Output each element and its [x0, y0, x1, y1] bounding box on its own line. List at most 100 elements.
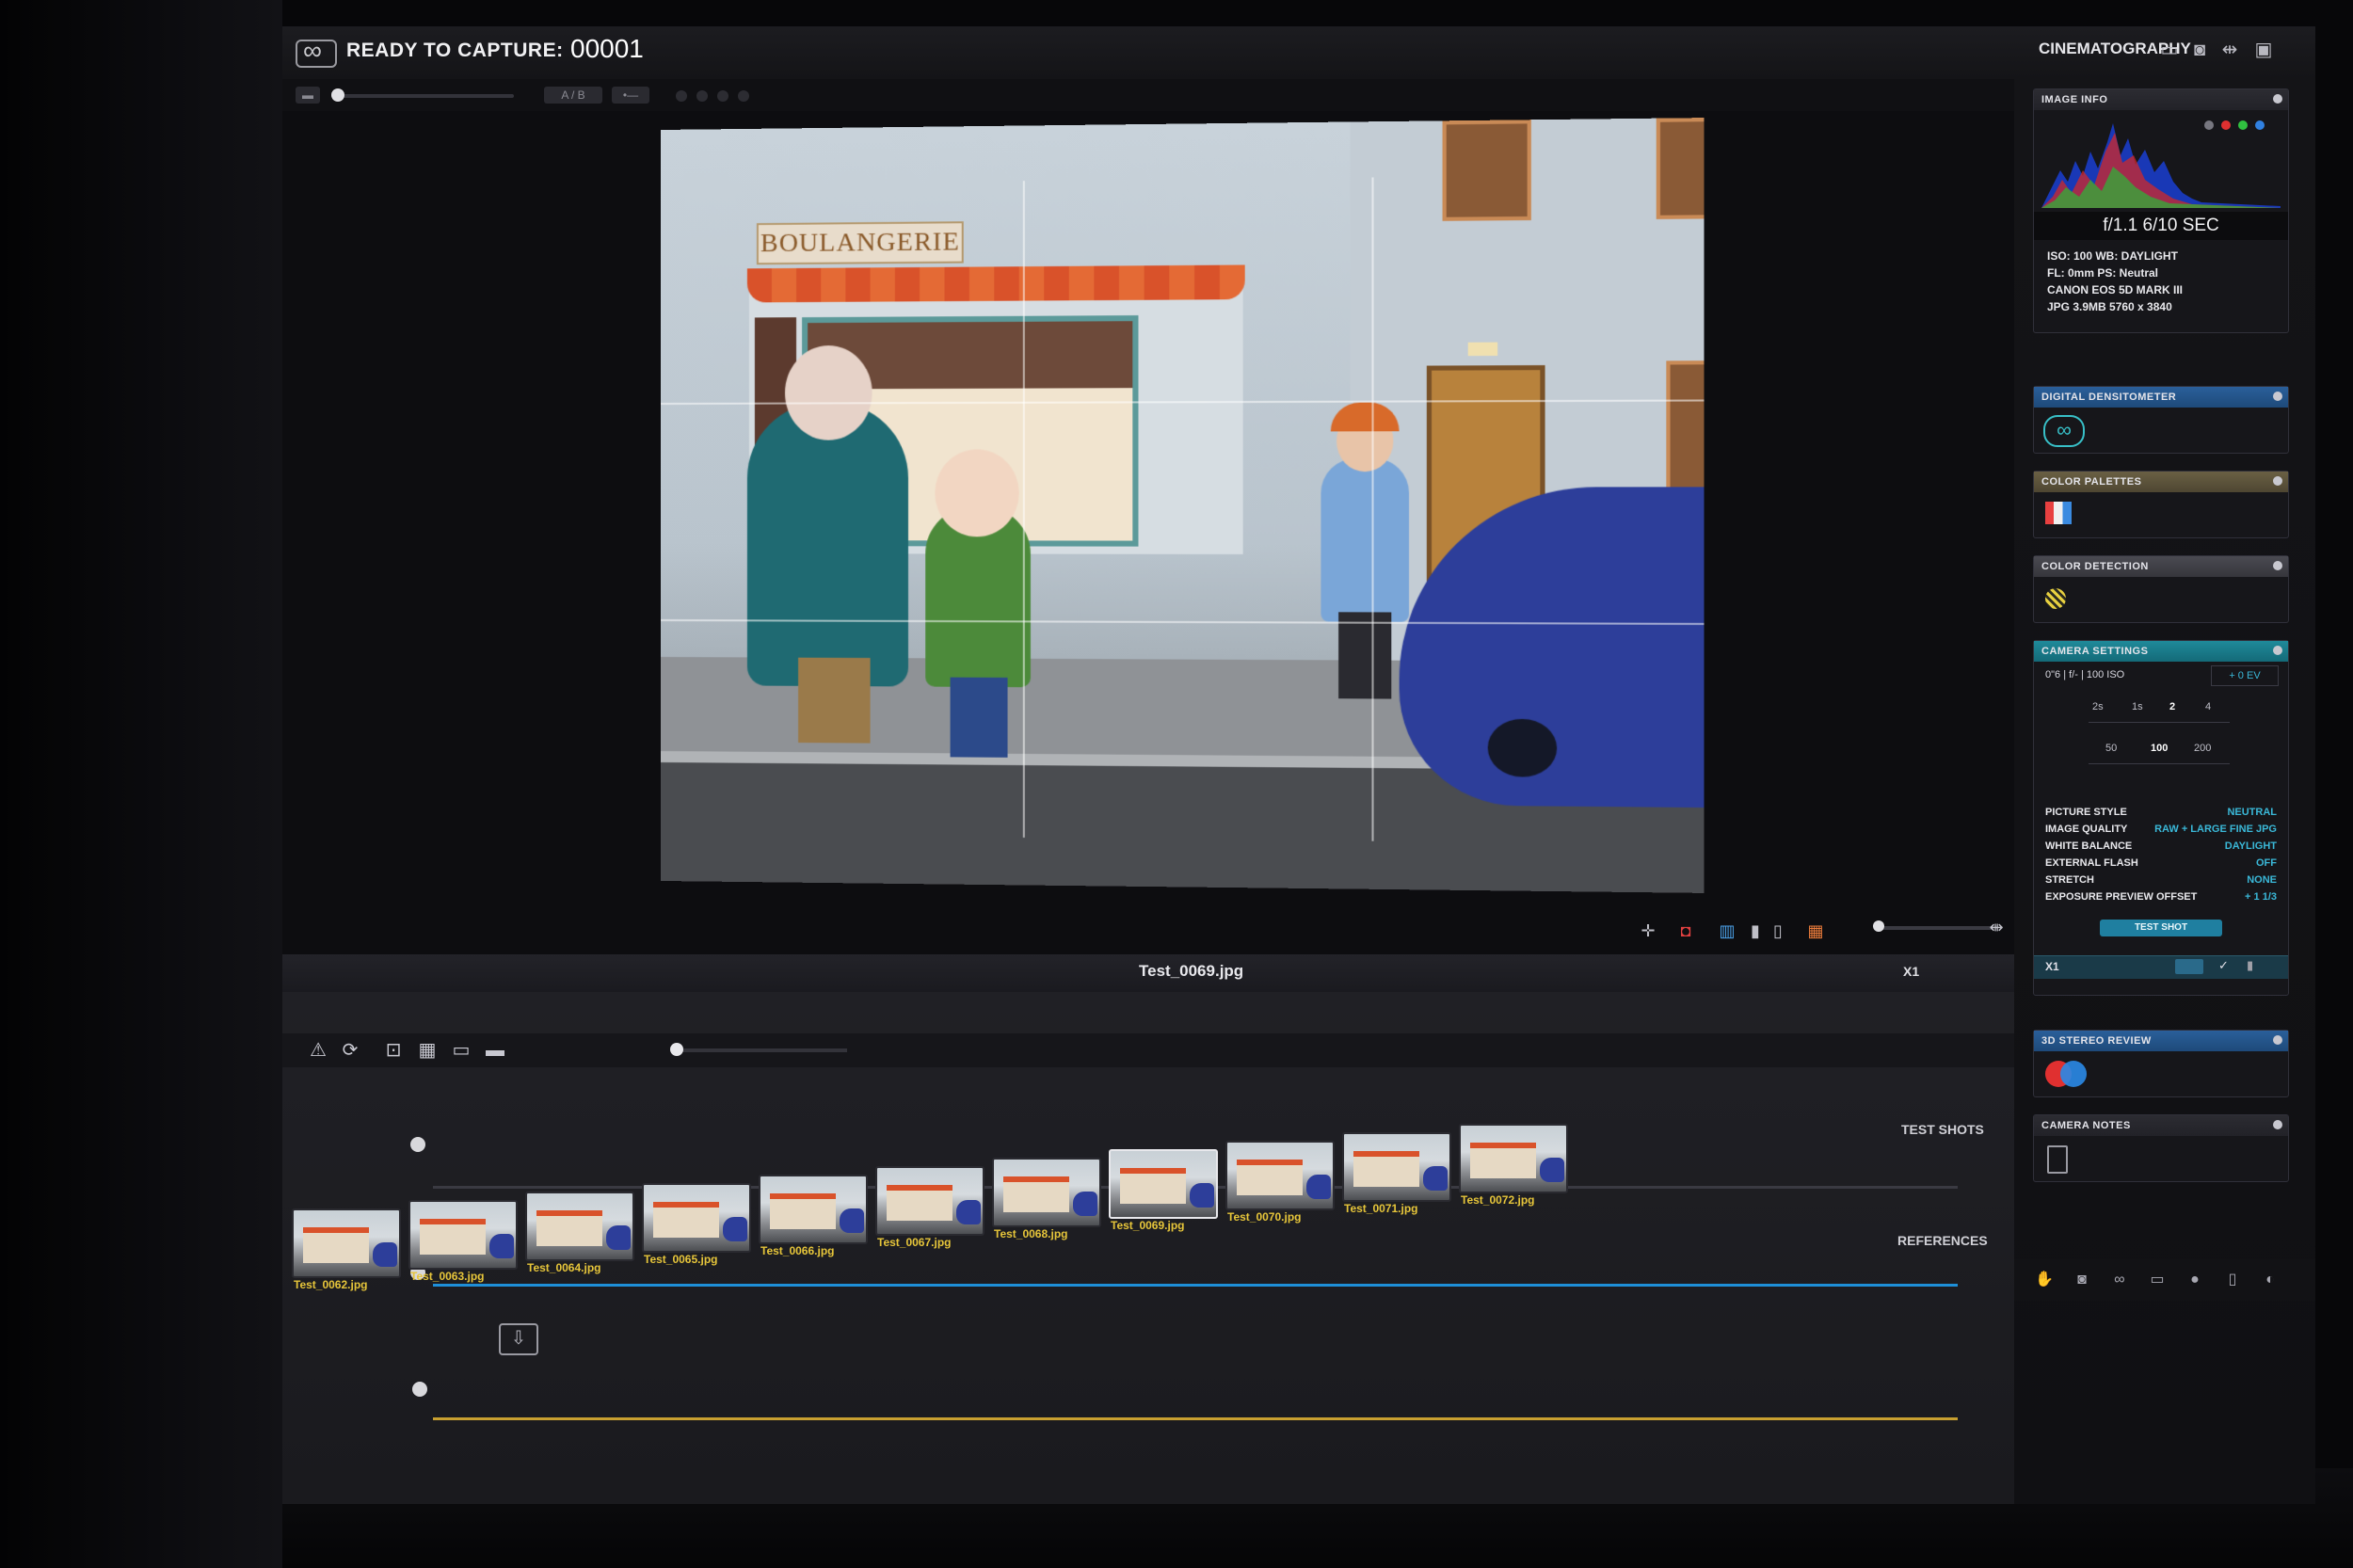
ev-compensation[interactable]: + 0 EV	[2211, 665, 2279, 686]
timeline-thumbnail[interactable]	[642, 1183, 751, 1253]
capture-camera-icon[interactable]: ◘	[1675, 920, 1696, 941]
onion-skin-slider-knob[interactable]	[1873, 920, 1884, 932]
timeline-thumbnail[interactable]	[759, 1175, 868, 1244]
timeline-thumbnail[interactable]	[525, 1192, 634, 1261]
shot-delete-icon[interactable]: ▮	[2247, 958, 2253, 973]
camera-icon[interactable]: ◙	[2071, 1271, 2093, 1289]
test-shot-button[interactable]: TEST SHOT	[2100, 920, 2222, 936]
onion-skin-slider-track[interactable]	[1881, 926, 1993, 930]
color-palettes-title: COLOR PALETTES	[2034, 472, 2288, 492]
setting-row-picture-style[interactable]: PICTURE STYLE NEUTRAL	[2045, 807, 2277, 818]
window-icon[interactable]: ▣	[2251, 38, 2276, 62]
camera-summary: 0"6 | f/- | 100 ISO	[2045, 669, 2125, 680]
refresh-icon[interactable]: ⟳	[337, 1039, 363, 1062]
densitometer-widget[interactable]: DIGITAL DENSITOMETER ∞	[2033, 386, 2289, 454]
filmstrip-view-icon[interactable]: ▬	[482, 1039, 508, 1062]
widget-close-icon[interactable]	[2273, 561, 2282, 570]
timeline-thumbnail[interactable]	[1225, 1141, 1335, 1210]
scene-puppet-grandmother-legs	[798, 657, 871, 744]
color-overlay-icon[interactable]: ▥	[1717, 920, 1737, 941]
camera-icon[interactable]: ◙	[2187, 38, 2212, 62]
timeline-thumbnail[interactable]	[875, 1166, 984, 1236]
monitor-icon[interactable]: ▭	[2157, 38, 2182, 62]
single-view-icon[interactable]: ⊡	[380, 1039, 407, 1062]
iso-dial[interactable]: 50 100 200	[2089, 741, 2230, 764]
track-marker[interactable]	[412, 1382, 427, 1397]
monitor-icon[interactable]: ▭	[2146, 1271, 2169, 1289]
timeline-thumbnail[interactable]	[1109, 1149, 1218, 1219]
thumbnail-label: Test_0062.jpg	[294, 1278, 368, 1291]
dot-icon[interactable]: ●	[2184, 1271, 2206, 1289]
scene-lamp	[1467, 342, 1498, 357]
palette-icon[interactable]	[2045, 502, 2072, 524]
widget-close-icon[interactable]	[2273, 392, 2282, 401]
notes-icon[interactable]	[2047, 1145, 2068, 1174]
top-bar: READY TO CAPTURE: 00001 CINEMATOGRAPHY ▭…	[282, 26, 2315, 80]
densitometer-icon[interactable]: ∞	[2043, 415, 2085, 447]
frame-counter: 00001	[570, 34, 644, 63]
thumbnail-size-slider-knob[interactable]	[670, 1043, 683, 1056]
widget-close-icon[interactable]	[2273, 1120, 2282, 1129]
ab-toggle-button[interactable]: A / B	[544, 87, 602, 104]
widget-close-icon[interactable]	[2273, 94, 2282, 104]
widget-close-icon[interactable]	[2273, 646, 2282, 655]
grid-line-vertical	[1022, 181, 1025, 838]
overlay-toggle-icon[interactable]: ▮	[1745, 920, 1766, 941]
track-line-3	[433, 1417, 1958, 1420]
timeline-thumbnail[interactable]	[408, 1200, 518, 1270]
track-label-references[interactable]: REFERENCES	[1897, 1233, 1988, 1248]
link-icon[interactable]: ∞	[2108, 1271, 2131, 1289]
shutter-dial[interactable]: 2s 1s 2 4	[2089, 699, 2230, 723]
timeline-thumbnail[interactable]	[1342, 1132, 1451, 1202]
shot-mode-button[interactable]	[2175, 959, 2203, 974]
setting-row-stretch[interactable]: STRETCH NONE	[2045, 874, 2277, 886]
color-detection-widget[interactable]: COLOR DETECTION	[2033, 555, 2289, 623]
opacity-slider-track[interactable]	[335, 94, 514, 98]
setting-row-external-flash[interactable]: EXTERNAL FLASH OFF	[2045, 857, 2277, 869]
hand-icon[interactable]: ✋	[2033, 1271, 2056, 1289]
scene-puppet-man	[1321, 457, 1410, 622]
app-window: READY TO CAPTURE: 00001 CINEMATOGRAPHY ▭…	[282, 26, 2315, 1504]
color-palettes-widget[interactable]: COLOR PALETTES	[2033, 471, 2289, 538]
notes-icon[interactable]: ▯	[2221, 1271, 2244, 1289]
widget-close-icon[interactable]	[2273, 476, 2282, 486]
warning-icon[interactable]: ⚠	[305, 1039, 331, 1062]
stereo-blue-icon[interactable]	[2060, 1061, 2087, 1087]
line-tool-button[interactable]: •—	[612, 87, 649, 104]
setting-row-white-balance[interactable]: WHITE BALANCE DAYLIGHT	[2045, 840, 2277, 852]
widget-close-icon[interactable]	[2273, 1035, 2282, 1045]
crosshair-icon[interactable]: ✛	[1638, 920, 1658, 941]
settings-icon[interactable]: ◐	[2259, 1271, 2281, 1289]
live-view-button[interactable]: ▬	[296, 87, 320, 104]
palette-overlay-icon[interactable]: ▦	[1805, 920, 1826, 941]
opacity-slider-knob[interactable]	[331, 88, 344, 102]
timeline-thumbnail[interactable]	[1459, 1124, 1568, 1193]
overlay-frame-icon[interactable]: ▯	[1768, 920, 1788, 941]
camera-notes-widget[interactable]: CAMERA NOTES	[2033, 1114, 2289, 1182]
setting-row-exposure-preview-offset[interactable]: EXPOSURE PREVIEW OFFSET + 1 1/3	[2045, 891, 2277, 903]
toolbar-dot-1[interactable]	[676, 90, 687, 102]
toolbar-dot-2[interactable]	[696, 90, 708, 102]
thumbnail-size-slider-track[interactable]	[678, 1048, 847, 1052]
grid-view-icon[interactable]: ▦	[414, 1039, 440, 1062]
shot-count[interactable]: X1	[2045, 960, 2059, 973]
fit-width-icon[interactable]: ⇼	[1986, 917, 2007, 937]
stereo-review-widget[interactable]: 3D STEREO REVIEW	[2033, 1030, 2289, 1097]
dial-tick: 4	[2205, 701, 2212, 712]
frame-view-icon[interactable]: ▭	[448, 1039, 474, 1062]
setting-row-image-quality[interactable]: IMAGE QUALITY RAW + LARGE FINE JPG	[2045, 824, 2277, 835]
track-marker[interactable]	[410, 1137, 425, 1152]
zoom-level[interactable]: X1	[1903, 964, 1919, 979]
split-arrows-icon[interactable]: ⇹	[2217, 38, 2242, 62]
toolbar-dot-4[interactable]	[738, 90, 749, 102]
timeline-thumbnail[interactable]	[992, 1158, 1101, 1227]
timeline-thumbnail[interactable]	[292, 1208, 401, 1278]
shot-confirm-icon[interactable]: ✓	[2218, 958, 2229, 973]
toolbar-dot-3[interactable]	[717, 90, 728, 102]
image-viewer[interactable]: BOULANGERIE	[661, 118, 1705, 893]
import-icon[interactable]: ⇩	[499, 1323, 538, 1355]
thumbnail-label: Test_0063.jpg	[410, 1270, 485, 1283]
setting-label: EXTERNAL FLASH	[2045, 857, 2138, 869]
color-detect-icon[interactable]	[2045, 588, 2066, 609]
track-label-test-shots[interactable]: TEST SHOTS	[1901, 1122, 1984, 1137]
